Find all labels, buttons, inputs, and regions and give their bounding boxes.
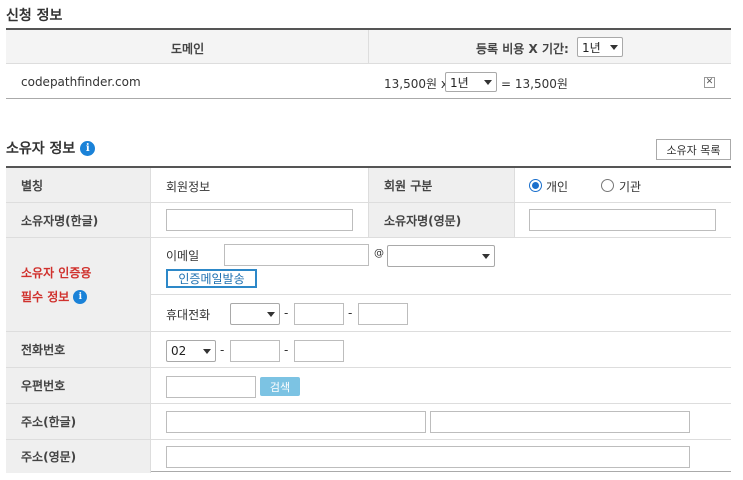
email-label: 이메일: [166, 249, 200, 263]
radio-personal[interactable]: [529, 179, 542, 192]
owner-name-en-input[interactable]: [529, 209, 716, 231]
owner-info-table: 별칭 회원 구분 소유자명(한글) 소유자명(영문) 소유자 인증용 필수 정보…: [6, 166, 731, 473]
mobile-label: 휴대전화: [166, 308, 211, 322]
radio-organization-label: 기관: [619, 180, 642, 194]
chevron-down-icon: [203, 348, 211, 354]
at-sign: @: [374, 248, 384, 259]
email-domain-select[interactable]: [387, 245, 495, 267]
remove-domain-icon[interactable]: ✕: [704, 77, 715, 88]
mobile-middle-input[interactable]: [294, 303, 344, 325]
phone-prefix-select[interactable]: 02: [166, 340, 216, 362]
phone-last-input[interactable]: [294, 340, 344, 362]
fee-column-header: 등록 비용 X 기간:: [476, 42, 569, 56]
phone-middle-input[interactable]: [230, 340, 280, 362]
address-kr-input-1[interactable]: [166, 411, 426, 433]
apply-info-table: 도메인 등록 비용 X 기간: 1년 codepathfinder.com 13…: [6, 28, 731, 99]
chevron-down-icon: [267, 311, 275, 317]
owner-info-title: 소유자 정보 i: [6, 138, 96, 158]
member-type-label: 회원 구분: [369, 168, 514, 202]
alias-label: 별칭: [6, 168, 150, 202]
phone-label: 전화번호: [6, 332, 150, 367]
info-icon[interactable]: i: [73, 289, 88, 304]
zip-input[interactable]: [166, 376, 256, 398]
address-en-input[interactable]: [166, 446, 690, 468]
chevron-down-icon: [482, 253, 490, 259]
chevron-down-icon: [610, 44, 618, 50]
owner-name-kr-label: 소유자명(한글): [6, 203, 150, 237]
owner-name-en-label: 소유자명(영문): [369, 203, 514, 237]
owner-name-kr-input[interactable]: [166, 209, 353, 231]
zip-label: 우편번호: [6, 368, 150, 403]
address-en-label: 주소(영문): [6, 440, 150, 473]
email-local-input[interactable]: [224, 244, 369, 266]
header-period-select[interactable]: 1년: [577, 37, 623, 57]
chevron-down-icon: [484, 79, 492, 85]
domain-name: codepathfinder.com: [21, 75, 141, 89]
auth-required-label: 소유자 인증용 필수 정보 i: [6, 238, 150, 331]
total-price: = 13,500원: [501, 77, 568, 91]
alias-value: 회원정보: [166, 180, 211, 194]
row-period-select[interactable]: 1년: [445, 72, 497, 92]
price-per-year: 13,500원 x: [384, 77, 448, 91]
info-icon[interactable]: i: [80, 140, 96, 156]
send-auth-email-button[interactable]: 인증메일발송: [166, 269, 257, 288]
search-button[interactable]: 검색: [260, 377, 300, 396]
radio-organization[interactable]: [601, 179, 614, 192]
radio-personal-label: 개인: [546, 180, 569, 194]
address-kr-input-2[interactable]: [430, 411, 690, 433]
mobile-prefix-select[interactable]: [230, 303, 280, 325]
owner-list-button[interactable]: 소유자 목록: [656, 139, 731, 160]
apply-info-title: 신청 정보: [6, 8, 63, 24]
mobile-last-input[interactable]: [358, 303, 408, 325]
domain-column-header: 도메인: [171, 42, 205, 56]
address-kr-label: 주소(한글): [6, 404, 150, 439]
